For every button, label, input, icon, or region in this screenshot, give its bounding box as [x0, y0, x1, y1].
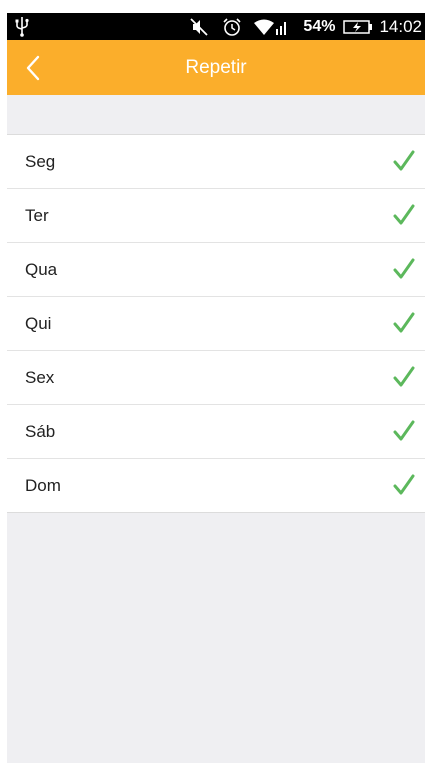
day-item-qui[interactable]: Qui [7, 297, 425, 351]
day-item-seg[interactable]: Seg [7, 135, 425, 189]
day-item-qua[interactable]: Qua [7, 243, 425, 297]
check-icon [393, 204, 415, 225]
screen: 54% 14:02 Repetir Seg Ter Qua Qui Sex Sá… [7, 13, 425, 763]
check-icon [393, 366, 415, 387]
day-item-ter[interactable]: Ter [7, 189, 425, 243]
usb-icon [15, 17, 29, 37]
check-icon [393, 420, 415, 441]
status-bar: 54% 14:02 [7, 13, 425, 40]
day-label: Seg [25, 152, 56, 171]
day-label: Sáb [25, 422, 56, 441]
signal-icon [276, 21, 287, 35]
check-icon [393, 312, 415, 333]
wifi-icon [254, 19, 275, 35]
day-label: Qui [25, 314, 52, 333]
day-label: Ter [25, 206, 49, 225]
days-list: Seg Ter Qua Qui Sex Sáb Dom [7, 134, 425, 513]
check-icon [393, 258, 415, 279]
day-label: Sex [25, 368, 55, 387]
check-icon [393, 150, 415, 171]
alarm-icon [223, 17, 241, 36]
clock: 14:02 [379, 16, 422, 36]
battery-percent: 54% [303, 17, 336, 35]
day-label: Dom [25, 476, 61, 495]
page-title: Repetir [185, 57, 247, 78]
check-icon [393, 474, 415, 495]
day-item-sex[interactable]: Sex [7, 351, 425, 405]
mute-icon [190, 17, 209, 36]
day-label: Qua [25, 260, 58, 279]
day-item-sab[interactable]: Sáb [7, 405, 425, 459]
battery-charging-icon [343, 19, 373, 34]
app-bar: Repetir [7, 40, 425, 95]
day-item-dom[interactable]: Dom [7, 459, 425, 512]
